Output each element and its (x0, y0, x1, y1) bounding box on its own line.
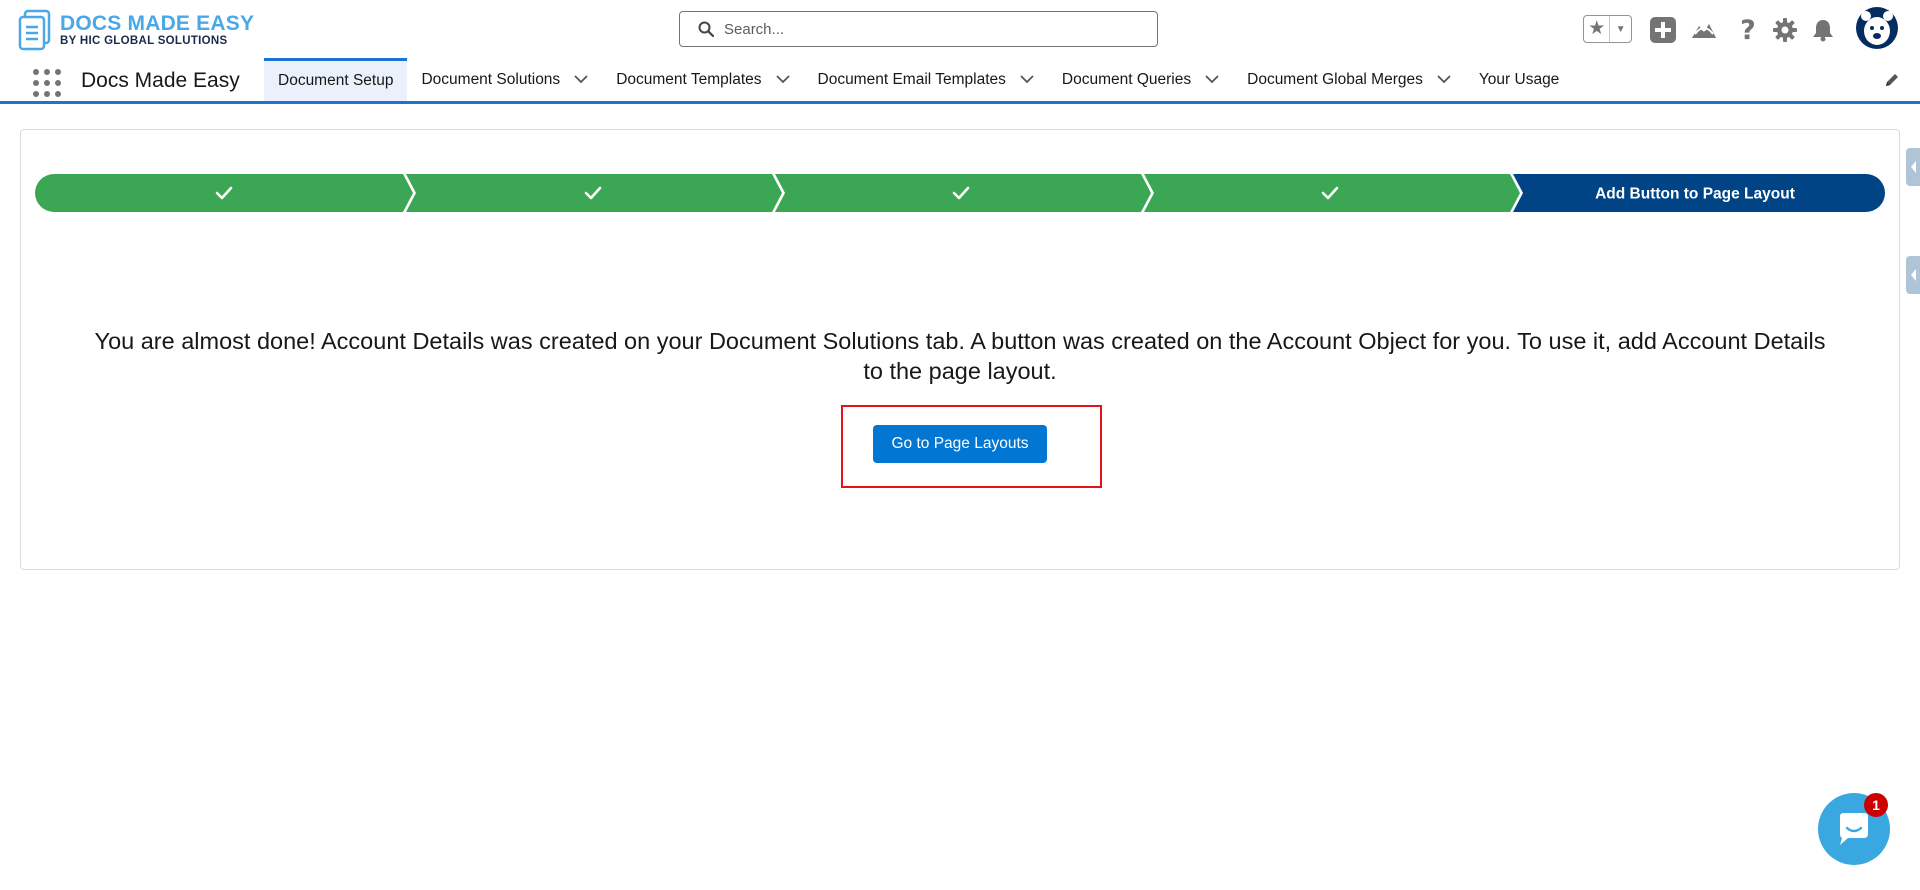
search-icon (698, 21, 714, 37)
tab-label: Document Global Merges (1247, 70, 1423, 88)
chevron-down-icon[interactable] (775, 73, 790, 87)
chevron-down-icon[interactable] (1205, 73, 1219, 87)
go-to-page-layouts-button[interactable]: Go to Page Layouts (873, 425, 1047, 463)
app-name: Docs Made Easy (81, 69, 240, 92)
setup-gear-icon (1773, 18, 1797, 42)
nav-tabs: Document Setup Document Solutions Docume… (264, 58, 1573, 101)
completion-message: You are almost done! Account Details was… (70, 326, 1850, 386)
tab-label: Document Setup (278, 72, 394, 89)
tab-label: Your Usage (1478, 70, 1560, 88)
favorites-button[interactable]: ★ ▼ (1583, 15, 1632, 43)
notifications-button[interactable] (1811, 10, 1835, 50)
setup-button[interactable] (1772, 10, 1798, 50)
avatar-icon (1856, 7, 1898, 49)
app-launcher-icon[interactable] (33, 69, 61, 97)
tab-label: Document Solutions (421, 70, 561, 88)
star-icon[interactable]: ★ (1584, 16, 1611, 42)
document-logo-icon (18, 9, 56, 51)
help-button[interactable]: ? (1735, 10, 1761, 50)
favorites-dropdown-icon[interactable]: ▼ (1610, 24, 1631, 35)
global-header: DOCS MADE EASY BY HIC GLOBAL SOLUTIONS ★… (0, 0, 1920, 58)
chevron-down-icon[interactable] (1020, 73, 1034, 87)
tab-document-queries[interactable]: Document Queries (1048, 58, 1233, 101)
tab-label: Document Templates (616, 70, 762, 88)
tab-document-setup[interactable]: Document Setup (264, 58, 408, 101)
path-step-1[interactable] (35, 174, 413, 212)
side-panel-toggle[interactable] (1906, 256, 1920, 294)
add-icon (1650, 17, 1676, 43)
help-icon: ? (1740, 14, 1756, 46)
path-current-step-label: Add Button to Page Layout (1595, 186, 1795, 203)
user-avatar[interactable] (1855, 6, 1899, 50)
chevron-down-icon[interactable] (574, 73, 588, 87)
setup-path-stepper: Add Button to Page Layout (35, 174, 1885, 212)
tab-your-usage[interactable]: Your Usage (1465, 58, 1573, 101)
chat-notification-badge: 1 (1864, 793, 1888, 817)
trailhead-icon (1692, 24, 1716, 38)
brand-logo[interactable]: DOCS MADE EASY BY HIC GLOBAL SOLUTIONS (18, 8, 254, 52)
tab-document-solutions[interactable]: Document Solutions (407, 58, 602, 101)
notification-bell-icon (1813, 20, 1833, 42)
app-navigation-bar: Docs Made Easy Document Setup Document S… (0, 58, 1920, 104)
global-actions-button[interactable] (1650, 10, 1676, 50)
tab-document-email-templates[interactable]: Document Email Templates (804, 58, 1048, 101)
tab-document-templates[interactable]: Document Templates (602, 58, 803, 101)
global-search[interactable] (679, 11, 1158, 47)
tab-document-global-merges[interactable]: Document Global Merges (1233, 58, 1465, 101)
search-input[interactable] (722, 19, 1146, 39)
message-line-1: You are almost done! Account Details was… (94, 328, 1826, 354)
trailhead-button[interactable] (1690, 10, 1718, 50)
message-line-2: to the page layout. (863, 358, 1057, 384)
brand-title: DOCS MADE EASY (60, 11, 255, 35)
tab-label: Document Queries (1061, 70, 1192, 88)
brand-subtitle: BY HIC GLOBAL SOLUTIONS (60, 34, 228, 47)
edit-nav-icon[interactable] (1884, 72, 1900, 93)
side-panel-toggle[interactable] (1906, 148, 1920, 186)
tab-label: Document Email Templates (817, 70, 1006, 88)
chevron-down-icon[interactable] (1437, 73, 1451, 87)
chat-bubble-icon (1840, 813, 1868, 845)
